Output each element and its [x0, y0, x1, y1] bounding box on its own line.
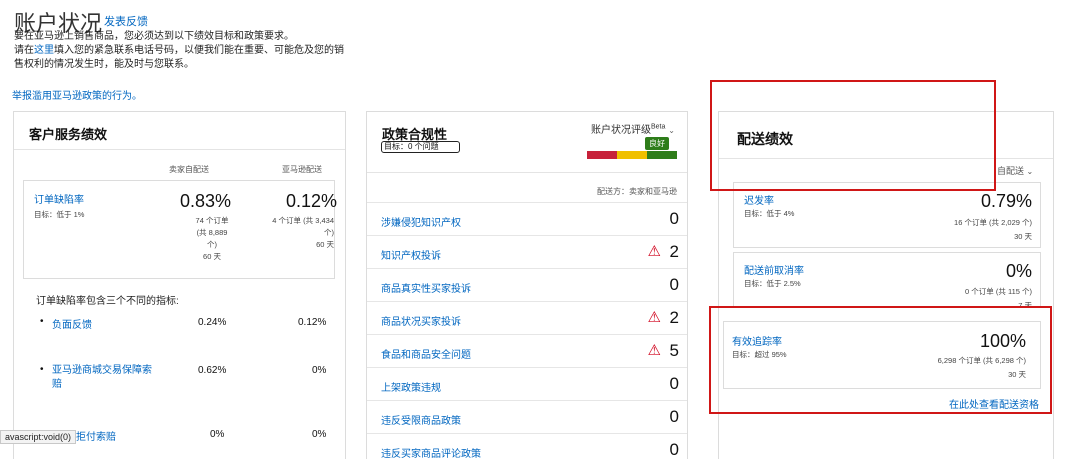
- cancel-rate-card: 配送前取消率 目标：低于 2.5% 0% 0 个订单 (共 115 个) 7 天: [733, 252, 1041, 308]
- metric-negative-feedback[interactable]: 负面反馈: [52, 316, 92, 331]
- divider: [367, 172, 687, 173]
- policy-row-count: 0: [669, 440, 679, 459]
- policy-target: 目标：0 个问题: [381, 141, 460, 153]
- emergency-contact-link[interactable]: 这里: [34, 45, 54, 56]
- metric-a-to-z-label-1: 亚马逊商城交易保障索: [52, 365, 152, 376]
- policy-row-count: 0: [669, 374, 679, 393]
- policy-row: 涉嫌侵犯知识产权 0: [367, 202, 687, 235]
- metric-seller-value: 0.24%: [198, 317, 227, 328]
- metric-amazon-value: 0%: [312, 365, 327, 376]
- intro-line-1: 要在亚马逊上销售商品，您必须达到以下绩效目标和政策要求。: [14, 31, 294, 42]
- odr-seller-total-suffix: 个): [207, 240, 217, 249]
- metric-bullet: •: [40, 316, 44, 327]
- cancel-rate-value: 0%: [1005, 261, 1032, 281]
- metric-amazon-value: 0%: [312, 429, 327, 440]
- policy-compliance-panel: 政策合规性 目标：0 个问题 账户状况评级Beta ⌄ 良好 配送方：卖家和亚马…: [366, 111, 688, 459]
- odr-amazon-orders: 4 个订单 (共 3,434: [272, 216, 334, 225]
- late-shipment-rate: 0.79%: [980, 191, 1032, 211]
- intro-line-2: 请在这里填入您的紧急联系电话号码，以便我们能在重要、可能危及您的销: [14, 44, 354, 58]
- intro-line-3: 售权利的情况发生时，能及时与您联系。: [14, 59, 194, 70]
- policy-row-label[interactable]: 商品状况买家投诉: [381, 313, 461, 328]
- chevron-down-icon[interactable]: ⌄: [668, 126, 675, 135]
- policy-row-label[interactable]: 涉嫌侵犯知识产权: [381, 214, 461, 229]
- metric-a-to-z-label-2: 赔: [52, 379, 62, 390]
- status-bar-green: [647, 151, 677, 159]
- policy-row: 违反买家商品评论政策 0: [367, 433, 687, 459]
- status-bar-yellow: [617, 151, 647, 159]
- customer-service-panel: 客户服务绩效 卖家自配送 亚马逊配送 订单缺陷率 目标：低于 1% 0.83% …: [13, 111, 346, 459]
- account-rating-label: 账户状况评级Beta ⌄: [591, 121, 675, 136]
- odr-note: 订单缺陷率包含三个不同的指标:: [36, 296, 179, 307]
- warning-triangle-icon: ⚠: [647, 309, 661, 326]
- cancel-rate-link[interactable]: 配送前取消率: [744, 262, 804, 277]
- odr-amazon-rate: 0.12%: [286, 191, 338, 211]
- odr-seller-orders: 74 个订单: [195, 216, 229, 225]
- metric-a-to-z-claims[interactable]: 亚马逊商城交易保障索 赔: [52, 364, 162, 392]
- policy-row-count: 0: [669, 209, 679, 228]
- divider: [14, 149, 345, 150]
- shipping-filter-dropdown[interactable]: 自配送 ⌄: [997, 164, 1033, 177]
- rating-label-text: 账户状况评级: [591, 125, 651, 136]
- status-bar-url: avascript:void(0): [0, 430, 77, 444]
- warning-triangle-icon: ⚠: [647, 342, 661, 359]
- odr-amazon-days: 60 天: [316, 240, 334, 249]
- cancel-rate-target: 目标：低于 2.5%: [744, 279, 801, 288]
- intro-line-2-pre: 请在: [14, 45, 34, 56]
- shipping-filter-label: 自配送: [997, 166, 1025, 176]
- status-color-bar: [587, 151, 677, 159]
- policy-row: 商品真实性买家投诉 0: [367, 268, 687, 301]
- late-shipment-link[interactable]: 迟发率: [744, 192, 774, 207]
- late-shipment-detail: 16 个订单 (共 2,029 个): [954, 218, 1032, 227]
- odr-amazon-detail: 4 个订单 (共 3,434 个) 60 天: [250, 215, 334, 251]
- odr-seller-total: (共 8,889: [196, 228, 228, 237]
- policy-row: 知识产权投诉 ⚠ 2: [367, 235, 687, 268]
- highlight-box-shipping-title: [710, 80, 996, 191]
- policy-row-count: 0: [669, 407, 679, 426]
- policy-row: 上架政策违规 0: [367, 367, 687, 400]
- late-shipment-days: 30 天: [1014, 232, 1032, 241]
- policy-row: 商品状况买家投诉 ⚠ 2: [367, 301, 687, 334]
- highlight-box-valid-tracking: [709, 306, 1052, 414]
- policy-row-label[interactable]: 商品真实性买家投诉: [381, 280, 471, 295]
- policy-row-count: 0: [669, 275, 679, 294]
- policy-row-label[interactable]: 食品和商品安全问题: [381, 346, 471, 361]
- report-abuse-link[interactable]: 举报滥用亚马逊政策的行为。: [12, 87, 142, 102]
- metric-seller-value: 0%: [210, 429, 225, 440]
- policy-row-count: 2: [669, 242, 679, 261]
- metric-amazon-value: 0.12%: [298, 317, 327, 328]
- policy-row: 违反受限商品政策 0: [367, 400, 687, 433]
- status-badge: 良好: [645, 137, 669, 150]
- metric-seller-value: 0.62%: [198, 365, 227, 376]
- intro-text: 要在亚马逊上销售商品，您必须达到以下绩效目标和政策要求。 请在这里填入您的紧急联…: [14, 30, 354, 72]
- metric-chargeback-claims[interactable]: 拒付索赔: [76, 428, 116, 443]
- policy-row-count: 2: [669, 308, 679, 327]
- feedback-link[interactable]: 发表反馈: [104, 13, 148, 29]
- policy-row-label[interactable]: 违反买家商品评论政策: [381, 445, 481, 459]
- cancel-rate-detail: 0 个订单 (共 115 个): [965, 287, 1032, 296]
- odr-seller-detail: 74 个订单 (共 8,889 个) 60 天: [182, 215, 242, 263]
- warning-triangle-icon: ⚠: [647, 243, 661, 260]
- odr-card: 订单缺陷率 目标：低于 1% 0.83% 74 个订单 (共 8,889 个) …: [23, 180, 338, 279]
- col-amazon-header: 亚马逊配送: [282, 165, 322, 174]
- policy-row-count: 5: [669, 341, 679, 360]
- odr-seller-days: 60 天: [203, 252, 221, 261]
- fulfillment-by: 配送方：卖家和亚马逊: [597, 187, 677, 196]
- policy-row: 食品和商品安全问题 ⚠ 5: [367, 334, 687, 367]
- policy-row-label[interactable]: 上架政策违规: [381, 379, 441, 394]
- policy-row-label[interactable]: 违反受限商品政策: [381, 412, 461, 427]
- odr-link[interactable]: 订单缺陷率: [34, 191, 84, 206]
- odr-seller-rate: 0.83%: [180, 191, 232, 211]
- odr-target: 目标：低于 1%: [34, 210, 85, 219]
- policy-row-label[interactable]: 知识产权投诉: [381, 247, 441, 262]
- chevron-down-icon: ⌄: [1026, 167, 1034, 176]
- late-shipment-card: 迟发率 目标：低于 4% 0.79% 16 个订单 (共 2,029 个) 30…: [733, 182, 1041, 248]
- metric-bullet: •: [40, 364, 44, 375]
- intro-line-2-post: 填入您的紧急联系电话号码，以便我们能在重要、可能危及您的销: [54, 45, 344, 56]
- odr-amazon-total-suffix: 个): [324, 228, 334, 237]
- beta-badge: Beta: [651, 123, 666, 131]
- status-bar-red: [587, 151, 617, 159]
- customer-service-title: 客户服务绩效: [29, 127, 108, 142]
- col-seller-header: 卖家自配送: [169, 165, 209, 174]
- late-shipment-target: 目标：低于 4%: [744, 209, 795, 218]
